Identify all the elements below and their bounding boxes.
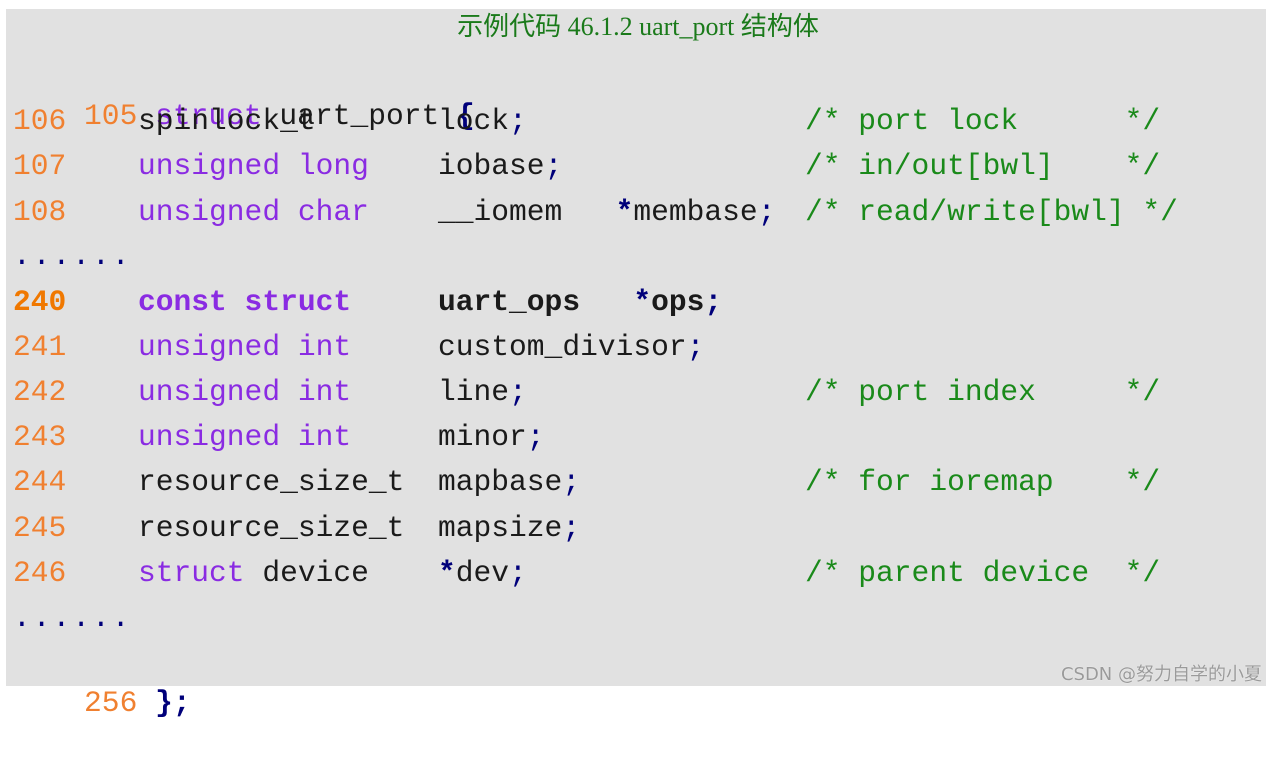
line-number: 244: [13, 465, 67, 500]
member-name: membase: [633, 194, 758, 229]
line-number: 240: [13, 284, 67, 319]
semicolon: ;: [704, 284, 723, 319]
line-number: 241: [13, 329, 67, 364]
type-keyword: unsigned char: [138, 194, 369, 229]
member-type: struct device: [138, 553, 369, 593]
pointer-asterisk: *: [633, 284, 652, 319]
type-keyword: unsigned int: [138, 420, 352, 455]
semicolon: ;: [544, 149, 563, 184]
type-identifier: resource_size_t: [138, 510, 405, 545]
member-type: const struct: [138, 282, 351, 322]
member-type: unsigned int: [138, 327, 351, 367]
watermark: CSDN @努力自学的小夏: [1060, 664, 1262, 685]
semicolon: ;: [509, 374, 527, 409]
line-number: 243: [13, 420, 67, 455]
close-brace: };: [155, 686, 191, 720]
member-declarator: line;: [438, 372, 527, 412]
member-name: ops: [651, 284, 705, 319]
member-type: unsigned int: [138, 417, 351, 457]
member-name: mapbase: [438, 465, 563, 500]
member-declarator: mapbase;: [438, 462, 580, 502]
member-declarator: *dev;: [438, 553, 527, 593]
code-comment: /* read/write[bwl] */: [805, 194, 1178, 229]
type-keyword: unsigned long: [138, 149, 369, 184]
code-line: 105 struct uart_port {: [13, 56, 475, 133]
line-number: 256: [84, 686, 138, 720]
code-comment: /* in/out[bwl] */: [805, 149, 1161, 184]
member-name: line: [438, 374, 510, 409]
member-declarator: mapsize;: [438, 508, 580, 548]
semicolon: ;: [562, 465, 581, 500]
type-keyword: unsigned int: [138, 374, 352, 409]
member-declarator: lock;: [438, 101, 527, 141]
code-comment: /* parent device */: [805, 555, 1161, 590]
member-name: mapsize: [438, 510, 563, 545]
line-number: 245: [13, 510, 67, 545]
qualifier: __iomem: [438, 194, 616, 229]
semicolon: ;: [509, 555, 527, 590]
member-type: resource_size_t: [138, 462, 404, 502]
code-caption: 示例代码 46.1.2 uart_port 结构体: [457, 12, 819, 41]
member-type: spinlock_t: [138, 101, 316, 141]
qualifier: uart_ops: [438, 284, 634, 319]
line-number: 246: [13, 555, 67, 590]
pointer-asterisk: *: [615, 194, 634, 229]
type-keyword: const struct: [138, 284, 352, 319]
semicolon: ;: [509, 104, 527, 139]
member-type: resource_size_t: [138, 508, 404, 548]
member-name: custom_divisor: [438, 329, 687, 364]
line-number: 108: [13, 194, 67, 229]
ellipsis: ......: [13, 239, 132, 273]
line-number: 242: [13, 374, 67, 409]
type-identifier: spinlock_t: [138, 104, 316, 139]
type-identifier: device: [244, 555, 369, 590]
type-identifier: resource_size_t: [138, 465, 405, 500]
semicolon: ;: [526, 420, 545, 455]
member-name: dev: [455, 555, 510, 590]
ellipsis: ......: [13, 601, 132, 635]
code-comment: /* for ioremap */: [805, 465, 1161, 500]
member-declarator: minor;: [438, 417, 545, 457]
member-declarator: __iomem *membase;: [438, 192, 775, 232]
member-type: unsigned char: [138, 192, 369, 232]
semicolon: ;: [757, 194, 776, 229]
member-declarator: iobase;: [438, 146, 562, 186]
code-comment: /* port index */: [805, 374, 1161, 409]
member-name: minor: [438, 420, 527, 455]
member-declarator: uart_ops *ops;: [438, 282, 722, 322]
type-keyword: unsigned int: [138, 329, 352, 364]
pointer-asterisk: *: [438, 555, 456, 590]
member-type: unsigned int: [138, 372, 351, 412]
type-keyword: struct: [138, 555, 245, 590]
member-name: iobase: [438, 149, 545, 184]
code-comment: /* port lock */: [805, 104, 1161, 139]
line-number: 105: [84, 99, 138, 133]
code-line: 256 };: [13, 643, 191, 720]
line-number: 107: [13, 149, 67, 184]
semicolon: ;: [686, 329, 705, 364]
member-name: lock: [438, 104, 510, 139]
member-type: unsigned long: [138, 146, 369, 186]
semicolon: ;: [562, 510, 581, 545]
line-number: 106: [13, 104, 67, 139]
member-declarator: custom_divisor;: [438, 327, 704, 367]
